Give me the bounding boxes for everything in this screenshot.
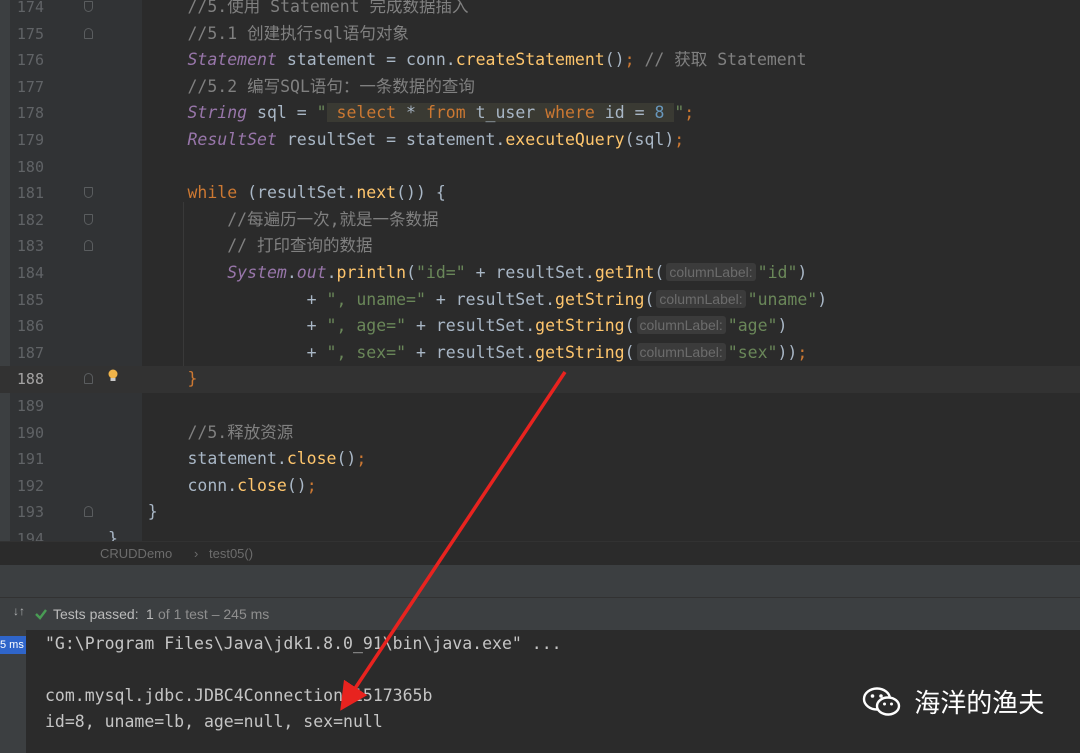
console-line-connection: com.mysql.jdbc.JDBC4Connection@1517365b [45, 686, 433, 705]
code-text: + ", age=" + resultSet.getString(columnL… [108, 316, 788, 336]
code-line[interactable]: 176 Statement statement = conn.createSta… [0, 47, 1080, 74]
code-line[interactable]: 191 statement.close(); [0, 446, 1080, 473]
line-number: 180 [16, 157, 44, 176]
fold-end-icon[interactable] [84, 240, 93, 252]
parameter-hint: columnLabel: [656, 289, 746, 308]
code-text: Statement statement = conn.createStateme… [187, 50, 807, 70]
code-line[interactable]: 179 ResultSet resultSet = statement.exec… [0, 127, 1080, 154]
code-editor[interactable]: 174 //5.使用 Statement 完成数据插入 175 //5.1 创建执… [0, 0, 1080, 541]
breadcrumb: CRUDDemo › test05() [0, 541, 1080, 566]
console-line-java: "G:\Program Files\Java\jdk1.8.0_91\bin\j… [45, 634, 562, 653]
breadcrumb-separator: › [194, 546, 199, 561]
code-text: //5.使用 Statement 完成数据插入 [187, 0, 469, 16]
code-line[interactable]: 174 //5.使用 Statement 完成数据插入 [0, 0, 1080, 21]
line-number: 192 [16, 476, 44, 495]
code-text: //5.1 创建执行sql语句对象 [187, 23, 409, 43]
line-number: 174 [16, 0, 44, 16]
code-text: // 打印查询的数据 [227, 236, 373, 256]
code-text: conn.close(); [108, 475, 317, 495]
fold-end-icon[interactable] [84, 373, 93, 385]
code-line[interactable]: 187 + ", sex=" + resultSet.getString(col… [0, 340, 1080, 367]
code-line[interactable]: 180 [0, 154, 1080, 181]
fold-start-icon[interactable] [84, 1, 93, 12]
parameter-hint: columnLabel: [636, 342, 726, 361]
code-line[interactable]: 194} [0, 526, 1080, 541]
code-line[interactable]: 189 [0, 393, 1080, 420]
wechat-icon [862, 687, 901, 716]
breadcrumb-class[interactable]: CRUDDemo [100, 546, 172, 561]
code-line[interactable]: 178 String sql = " select * from t_user … [0, 100, 1080, 127]
code-text: + ", sex=" + resultSet.getString(columnL… [108, 342, 808, 362]
test-time-label: 5 ms [0, 636, 26, 654]
code-line[interactable]: 175 //5.1 创建执行sql语句对象 [0, 21, 1080, 48]
line-number: 175 [16, 24, 44, 43]
code-line[interactable]: 188 } [0, 366, 1080, 393]
fold-start-icon[interactable] [84, 213, 93, 225]
code-text: //每遍历一次,就是一条数据 [227, 209, 439, 229]
code-text: //5.2 编写SQL语句：一条数据的查询 [187, 76, 475, 96]
code-line[interactable]: 181 while (resultSet.next()) { [0, 180, 1080, 207]
run-panel-header: ↓↑ Tests passed: 1 of 1 test – 245 ms [0, 597, 1080, 631]
code-text: } [108, 502, 158, 522]
watermark: 海洋的渔夫 [862, 683, 1044, 727]
line-number: 193 [16, 503, 44, 522]
code-line[interactable]: 192 conn.close(); [0, 473, 1080, 500]
parameter-hint: columnLabel: [636, 316, 726, 335]
code-text: + ", uname=" + resultSet.getString(colum… [108, 289, 828, 309]
code-line[interactable]: 193 } [0, 499, 1080, 526]
code-text: ResultSet resultSet = statement.executeQ… [187, 130, 685, 149]
code-text: while (resultSet.next()) { [187, 183, 446, 203]
line-number: 179 [16, 131, 44, 149]
line-number: 189 [16, 397, 44, 415]
code-text: //5.释放资源 [187, 422, 294, 442]
fold-end-icon[interactable] [84, 27, 93, 39]
line-number: 184 [16, 264, 44, 282]
tests-status-label: Tests passed: [53, 606, 139, 622]
line-number: 187 [16, 343, 44, 362]
breadcrumb-method[interactable]: test05() [209, 546, 253, 561]
watermark-text: 海洋的渔夫 [914, 689, 1045, 719]
code-text: statement.close(); [108, 449, 367, 469]
code-text: } [108, 529, 118, 541]
test-tree-strip: 5 ms [0, 630, 26, 753]
check-icon [35, 609, 47, 620]
line-number: 194 [16, 530, 44, 541]
line-number: 181 [16, 184, 44, 203]
chevron-down-icon[interactable]: ↓↑ [13, 604, 25, 618]
line-number: 186 [16, 317, 44, 336]
parameter-hint: columnLabel: [666, 263, 756, 281]
line-number: 185 [16, 290, 44, 309]
code-text: System.out.println("id=" + resultSet.get… [227, 263, 808, 282]
tests-summary: of 1 test – 245 ms [158, 606, 270, 622]
fold-start-icon[interactable] [84, 187, 93, 199]
tests-count: 1 [146, 606, 154, 622]
line-number: 191 [16, 450, 44, 469]
line-number: 176 [16, 51, 44, 70]
panel-splitter[interactable] [0, 565, 1080, 597]
fold-end-icon[interactable] [84, 506, 93, 518]
code-text: } [108, 369, 198, 389]
sql-injection-highlight: select * from t_user where id = 8 [326, 103, 675, 123]
code-line[interactable]: 190 //5.释放资源 [0, 420, 1080, 447]
code-text: String sql = " select * from t_user wher… [187, 103, 695, 123]
code-line[interactable]: 182 //每遍历一次,就是一条数据 [0, 207, 1080, 234]
console-line-result: id=8, uname=lb, age=null, sex=null [45, 712, 383, 731]
line-number: 188 [16, 370, 44, 389]
code-line[interactable]: 186 + ", age=" + resultSet.getString(col… [0, 313, 1080, 340]
code-line[interactable]: 184 System.out.println("id=" + resultSet… [0, 260, 1080, 287]
code-line[interactable]: 177 //5.2 编写SQL语句：一条数据的查询 [0, 74, 1080, 101]
code-line[interactable]: 183 // 打印查询的数据 [0, 233, 1080, 260]
line-number: 183 [16, 237, 44, 256]
line-number: 178 [16, 104, 44, 123]
line-number: 190 [16, 423, 44, 442]
line-number: 182 [16, 210, 44, 229]
code-line[interactable]: 185 + ", uname=" + resultSet.getString(c… [0, 287, 1080, 314]
line-number: 177 [16, 77, 44, 96]
